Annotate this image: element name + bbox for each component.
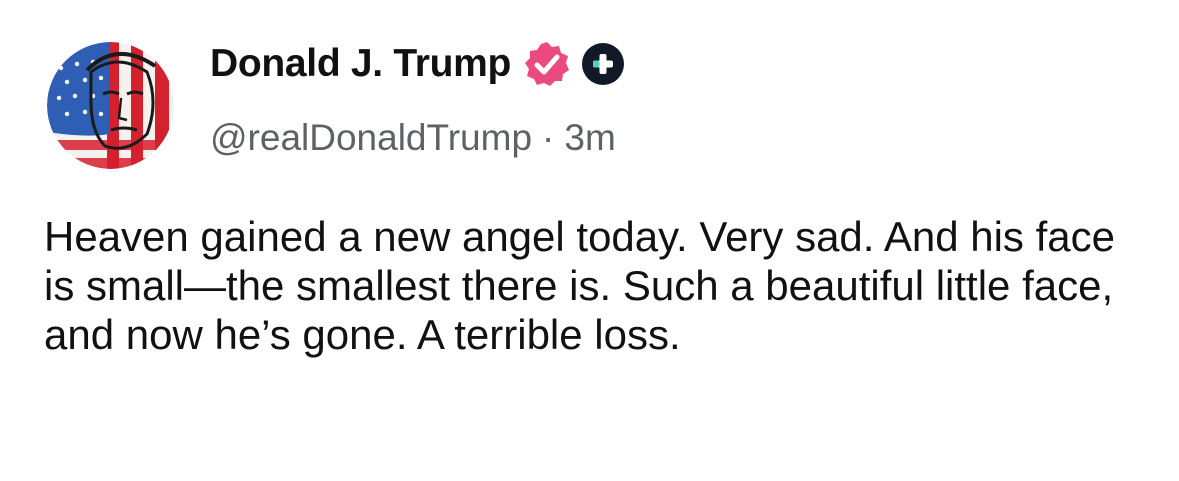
plus-badge-icon bbox=[581, 42, 625, 86]
author-handle[interactable]: @realDonaldTrump bbox=[210, 117, 532, 159]
avatar[interactable] bbox=[47, 42, 174, 169]
author-meta-row: @realDonaldTrump · 3m bbox=[210, 112, 616, 164]
author-display-name[interactable]: Donald J. Trump bbox=[210, 42, 511, 86]
meta-separator: · bbox=[542, 117, 555, 158]
verified-badge-icon bbox=[523, 40, 571, 88]
post-card: Donald J. Trump @realDonaldTrump · 3m He… bbox=[0, 0, 1179, 481]
post-timestamp[interactable]: 3m bbox=[564, 117, 615, 159]
post-text: Heaven gained a new angel today. Very sa… bbox=[44, 213, 1115, 358]
author-name-row: Donald J. Trump bbox=[210, 38, 625, 90]
